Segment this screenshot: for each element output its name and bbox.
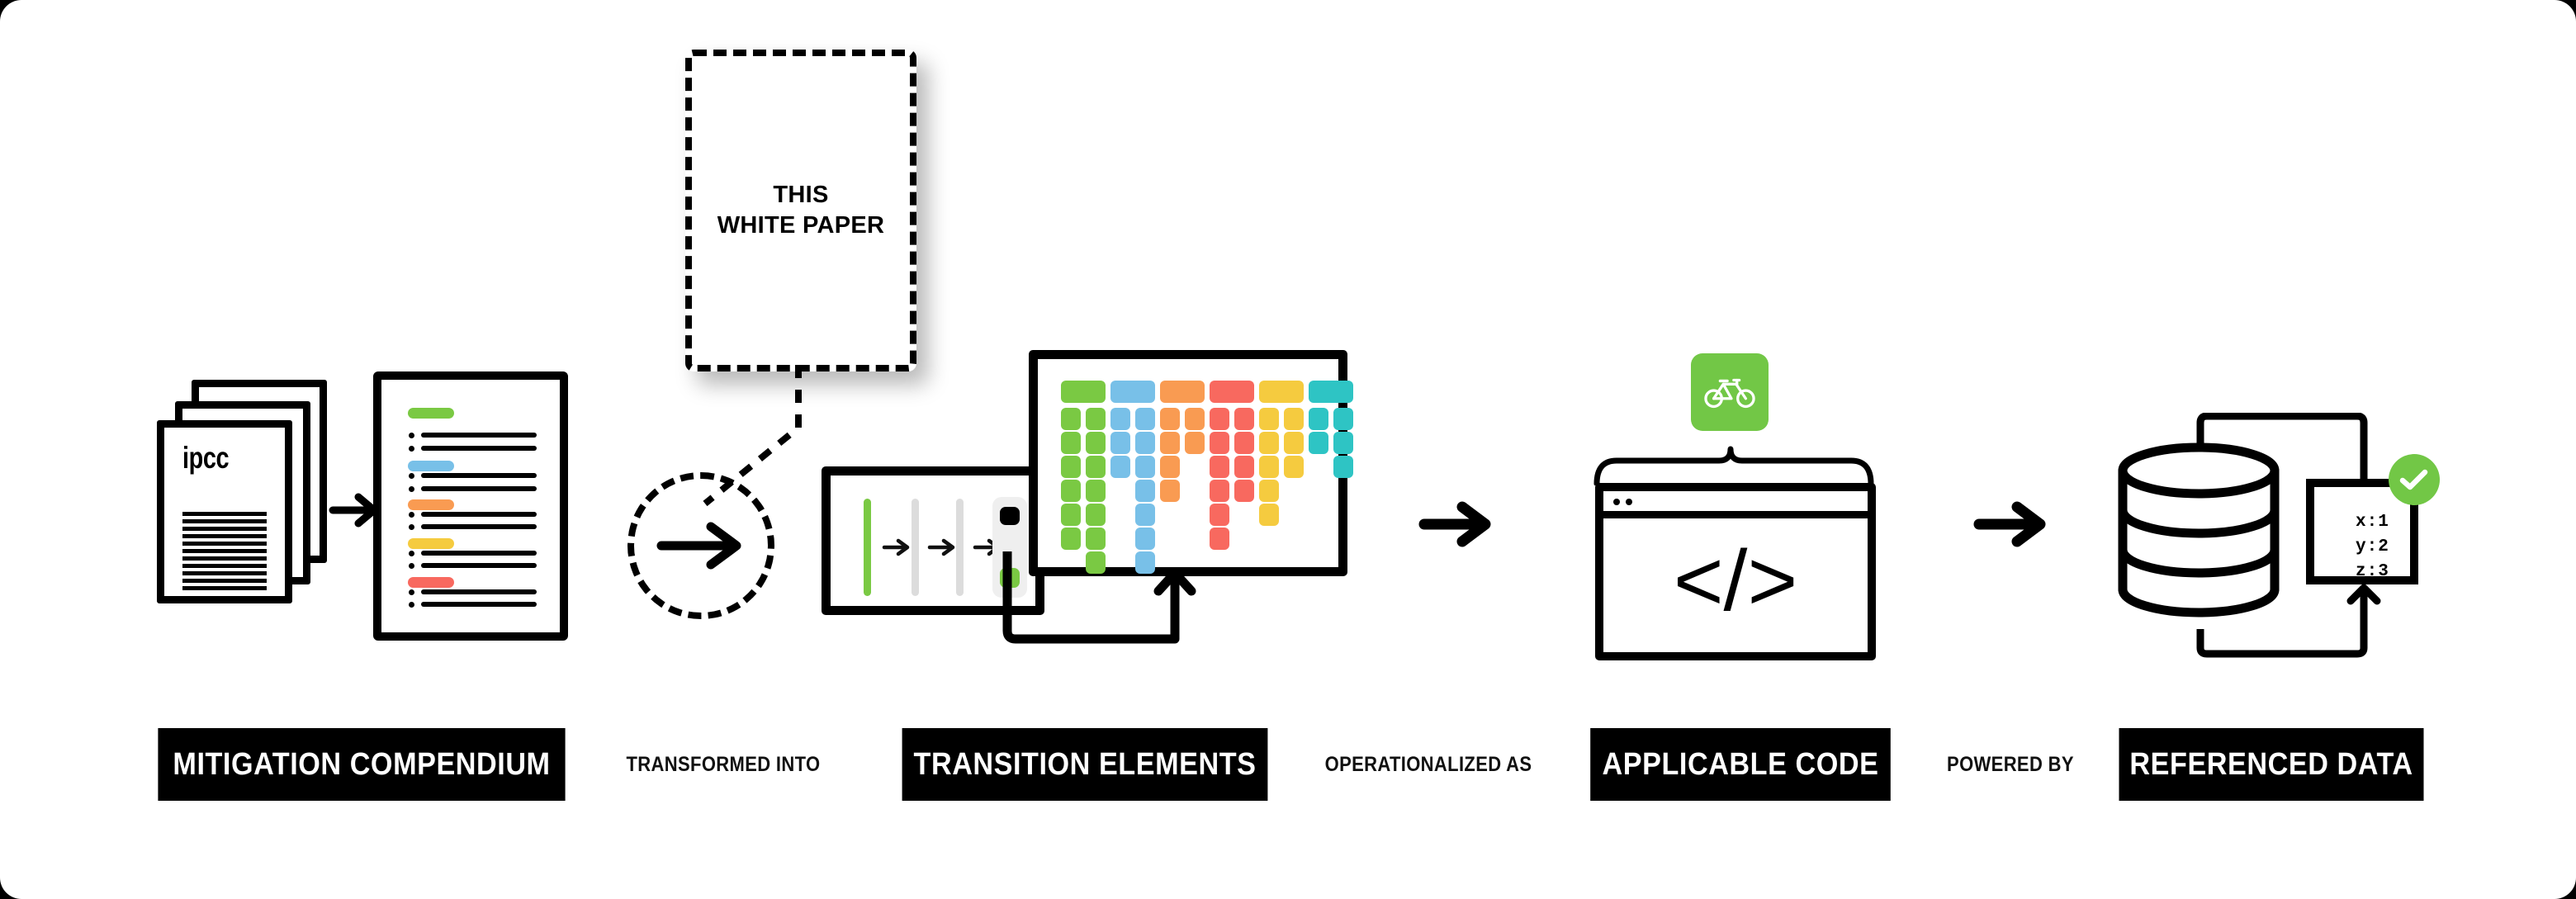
matrix-cell xyxy=(1061,528,1081,550)
stage-label-transition-elements[interactable]: TRANSITION ELEMENTS xyxy=(902,728,1268,801)
transition-bar-3 xyxy=(956,499,964,596)
transition-bar-2 xyxy=(912,499,919,596)
section-header-red xyxy=(408,577,454,588)
ipcc-body-lines xyxy=(182,512,267,590)
this-white-paper-label: THIS WHITE PAPER xyxy=(717,180,885,241)
white-paper-line-2: WHITE PAPER xyxy=(717,212,885,239)
matrix-cell xyxy=(1086,408,1106,430)
transition-elements-matrix xyxy=(1029,350,1353,576)
matrix-cell xyxy=(1210,408,1229,430)
section-header-yellow xyxy=(408,538,454,549)
matrix-cell xyxy=(1284,408,1304,430)
matrix-cell xyxy=(1284,456,1304,478)
browser-dot-1 xyxy=(1613,499,1620,505)
matrix-cell xyxy=(1135,456,1155,478)
section-header-orange xyxy=(408,499,454,510)
matrix-cell xyxy=(1284,432,1304,454)
connector-label-powered-by: POWERED BY xyxy=(1947,752,2074,776)
connector-label-transformed-into: TRANSFORMED INTO xyxy=(626,752,821,776)
this-white-paper-card: THIS WHITE PAPER xyxy=(685,50,916,371)
diagram-canvas: ipcc THIS WHITE PAPER </> x:1 y:2 z:3 MI… xyxy=(0,0,2576,899)
arrow-inside-circle-icon xyxy=(656,522,741,570)
arrow-transition-to-code-icon xyxy=(1418,501,1491,547)
code-brace-connector xyxy=(1593,446,1874,485)
stage-label-mitigation-compendium[interactable]: MITIGATION COMPENDIUM xyxy=(158,728,566,801)
arrow-code-to-data-icon xyxy=(1973,501,2046,547)
matrix-cell xyxy=(1135,480,1155,502)
referenced-data-illustration: x:1 y:2 z:3 xyxy=(2101,413,2448,660)
matrix-cell xyxy=(1210,432,1229,454)
stage-label-applicable-code[interactable]: APPLICABLE CODE xyxy=(1590,728,1891,801)
transition-arrow-2-icon xyxy=(927,538,955,556)
matrix-cell xyxy=(1333,408,1353,430)
check-icon xyxy=(2399,469,2428,490)
matrix-cell xyxy=(1086,456,1106,478)
matrix-cell xyxy=(1135,408,1155,430)
matrix-cell xyxy=(1110,432,1130,454)
status-check-badge xyxy=(2389,454,2440,505)
matrix-cell xyxy=(1061,456,1081,478)
matrix-cell xyxy=(1061,480,1081,502)
matrix-cell xyxy=(1234,432,1254,454)
matrix-cell xyxy=(1160,408,1180,430)
matrix-cell xyxy=(1259,408,1279,430)
transition-arrow-1-icon xyxy=(882,538,910,556)
transition-bar-1 xyxy=(864,499,871,596)
white-paper-line-1: THIS xyxy=(773,181,829,208)
matrix-cell xyxy=(1086,504,1106,526)
data-record-values: x:1 y:2 z:3 xyxy=(2356,513,2389,581)
matrix-cell xyxy=(1234,480,1254,502)
matrix-cell xyxy=(1110,408,1130,430)
matrix-cell xyxy=(1061,408,1081,430)
bicycle-icon xyxy=(1704,378,1755,409)
document-sheet-front: ipcc xyxy=(157,420,292,603)
matrix-cell xyxy=(1259,432,1279,454)
matrix-cell xyxy=(1086,432,1106,454)
stage-label-row: MITIGATION COMPENDIUM TRANSFORMED INTO T… xyxy=(0,728,2576,801)
matrix-cell xyxy=(1086,480,1106,502)
matrix-cell xyxy=(1086,551,1106,574)
tray-square-black xyxy=(1000,507,1020,525)
matrix-cell xyxy=(1185,408,1205,430)
matrix-cell xyxy=(1309,408,1328,430)
matrix-cell xyxy=(1135,551,1155,574)
structured-document xyxy=(373,371,568,641)
matrix-cell-grid xyxy=(1038,359,1353,574)
matrix-cell xyxy=(1061,504,1081,526)
matrix-cell xyxy=(1135,504,1155,526)
matrix-cell xyxy=(1234,456,1254,478)
matrix-cell xyxy=(1234,408,1254,430)
matrix-cell xyxy=(1333,432,1353,454)
database-cylinder-icon xyxy=(2118,442,2280,617)
matrix-cell xyxy=(1160,456,1180,478)
matrix-cell xyxy=(1110,456,1130,478)
matrix-cell xyxy=(1210,456,1229,478)
code-glyph: </> xyxy=(1673,533,1798,629)
browser-dot-2 xyxy=(1626,499,1632,505)
matrix-cell xyxy=(1259,456,1279,478)
section-header-blue xyxy=(408,461,454,471)
matrix-cell xyxy=(1160,480,1180,502)
matrix-cell xyxy=(1259,504,1279,526)
ipcc-cover-text: ipcc xyxy=(182,441,230,475)
matrix-cell xyxy=(1210,504,1229,526)
matrix-cell xyxy=(1185,432,1205,454)
matrix-cell xyxy=(1333,456,1353,478)
matrix-cell xyxy=(1135,432,1155,454)
matrix-cell xyxy=(1259,480,1279,502)
stage-label-referenced-data[interactable]: REFERENCED DATA xyxy=(2119,728,2424,801)
matrix-cell xyxy=(1160,432,1180,454)
matrix-cell xyxy=(1061,432,1081,454)
matrix-cell xyxy=(1086,528,1106,550)
section-header-green xyxy=(408,408,454,419)
applicable-code-browser-window: </> xyxy=(1595,483,1876,660)
connector-label-operationalized-as: OPERATIONALIZED AS xyxy=(1324,752,1532,776)
matrix-cell xyxy=(1210,528,1229,550)
bicycle-badge xyxy=(1691,353,1769,431)
matrix-cell xyxy=(1210,480,1229,502)
matrix-cell xyxy=(1135,528,1155,550)
matrix-cell xyxy=(1309,432,1328,454)
